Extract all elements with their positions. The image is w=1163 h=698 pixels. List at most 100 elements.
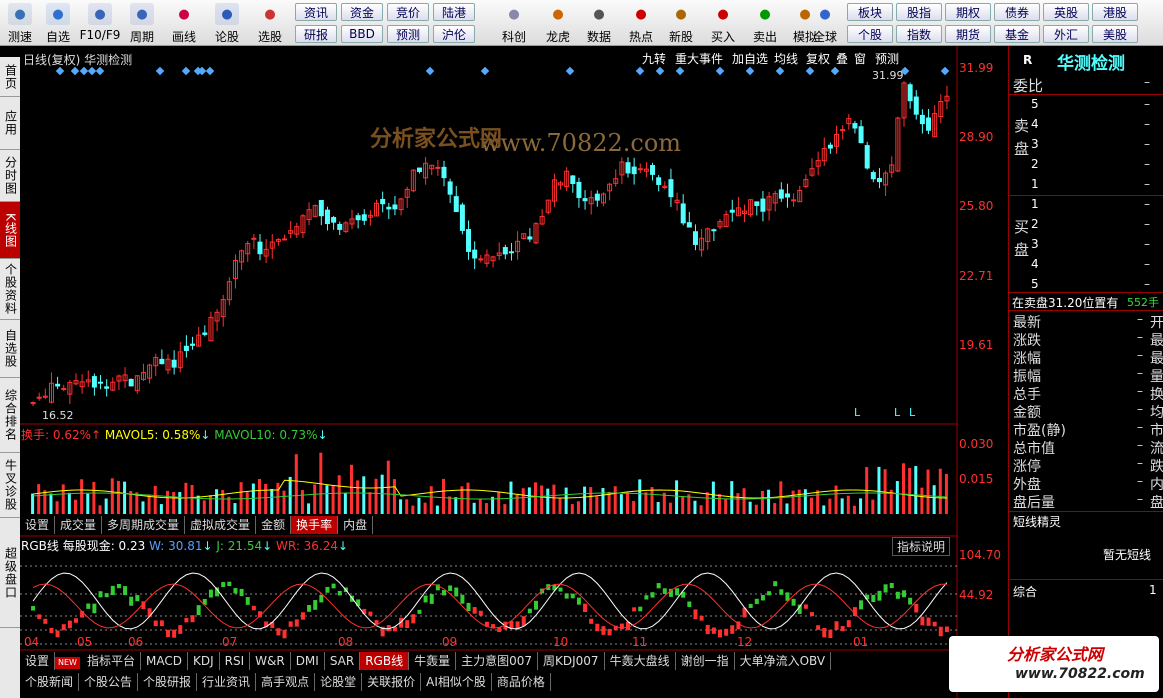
sidenav-item-1[interactable]: 应用: [0, 97, 20, 150]
sidenav-item-5[interactable]: 自选股: [0, 320, 20, 378]
volume-bar: [632, 501, 636, 514]
tab-item[interactable]: AI相似个股: [421, 673, 492, 691]
volume-bar: [583, 486, 587, 514]
toolbar-clock-button[interactable]: ● 周期: [122, 1, 162, 45]
candle-body: [791, 199, 797, 202]
sidenav-item-6[interactable]: 综合排名: [0, 378, 20, 453]
sidenav-item-2[interactable]: 分时图: [0, 150, 20, 202]
quote-field-right: 市: [1150, 423, 1163, 439]
tab-item[interactable]: 指标平台: [82, 652, 141, 670]
quick-button[interactable]: 资讯: [295, 3, 337, 21]
quick-button[interactable]: 期货: [945, 25, 991, 43]
toolbar-globe-button[interactable]: ● 全球: [805, 1, 845, 45]
quick-button[interactable]: 竞价: [387, 3, 429, 21]
quick-button[interactable]: 指数: [896, 25, 942, 43]
tab-item[interactable]: 换手率: [291, 516, 339, 534]
tab-item[interactable]: 关联报价: [362, 673, 422, 691]
tab-item[interactable]: 高手观点: [256, 673, 316, 691]
tab-item[interactable]: 主力意图007: [456, 652, 539, 670]
sidenav-item-7[interactable]: 牛叉诊股: [0, 453, 20, 518]
toolbar-sell-button[interactable]: ● 卖出: [745, 1, 785, 45]
dash: –: [1137, 420, 1143, 434]
rgb-bar: [779, 589, 784, 595]
quick-button[interactable]: BBD: [341, 25, 383, 43]
volume-bar: [920, 487, 924, 514]
toolbar-stock-select-button[interactable]: ● 选股: [250, 1, 290, 45]
tab-item[interactable]: 牛轰大盘线: [605, 652, 676, 670]
dash: –: [1144, 97, 1150, 111]
tab-item[interactable]: MACD: [141, 652, 188, 670]
toolbar-dragon-tiger-button[interactable]: ● 龙虎: [538, 1, 578, 45]
quick-button[interactable]: 板块: [847, 3, 893, 21]
tab-item[interactable]: SAR: [325, 652, 361, 670]
quick-button[interactable]: 期权: [945, 3, 991, 21]
tab-item[interactable]: RSI: [220, 652, 251, 670]
tab-item[interactable]: 金额: [256, 516, 292, 534]
tab-item[interactable]: DMI: [291, 652, 325, 670]
quick-button[interactable]: 基金: [994, 25, 1040, 43]
tab-item[interactable]: 多周期成交量: [102, 516, 186, 534]
toolbar-f10-button[interactable]: ● F10/F9: [80, 1, 120, 45]
toolbar-forum-button[interactable]: ● 论股: [207, 1, 247, 45]
tab-item[interactable]: 大单净流入OBV: [735, 652, 832, 670]
tab-item[interactable]: 个股公告: [79, 673, 139, 691]
chart-area[interactable]: 日线(复权) 华测检测 九转 重大事件 加自选 均线 复权叠窗预测 www.70822.…: [20, 46, 958, 698]
quick-button[interactable]: 债券: [994, 3, 1040, 21]
kline-chart[interactable]: www.70822.com分析家公式网L L L31.9916.52: [20, 46, 958, 698]
quick-button[interactable]: 陆港: [433, 3, 475, 21]
rgb-bar: [92, 603, 97, 614]
toolbar-star-market-button[interactable]: ● 科创: [494, 1, 534, 45]
sidenav-item-8[interactable]: 超级盘口: [0, 518, 20, 628]
quick-button[interactable]: 外汇: [1043, 25, 1089, 43]
tab-item[interactable]: 内盘: [338, 516, 374, 534]
tab-item[interactable]: 个股研报: [138, 673, 198, 691]
rgb-legend: RGB线 每股现金: 0.23 W: 30.81↓ J: 21.54↓ WR: …: [21, 539, 349, 553]
quick-button[interactable]: 个股: [847, 25, 893, 43]
tab-item[interactable]: 谢创一指: [676, 652, 735, 670]
quick-button[interactable]: 英股: [1043, 3, 1089, 21]
quick-button[interactable]: 资金: [341, 3, 383, 21]
dash: –: [1144, 75, 1150, 89]
short-empty: 暂无短线: [1103, 548, 1152, 562]
tab-item[interactable]: 牛轰量: [409, 652, 457, 670]
rgb-bar: [337, 590, 342, 596]
rgb-bar: [926, 617, 931, 626]
toolbar-buy-button[interactable]: ● 买入: [703, 1, 743, 45]
sidenav-item-0[interactable]: 首页: [0, 57, 20, 97]
quick-button[interactable]: 美股: [1092, 25, 1138, 43]
toolbar-ipo-button[interactable]: ● 新股: [661, 1, 701, 45]
tab-item[interactable]: 设置: [20, 652, 56, 670]
tab-item[interactable]: 论股堂: [315, 673, 363, 691]
quick-button[interactable]: 研报: [295, 25, 337, 43]
candle-body: [447, 181, 453, 195]
volume-bar: [619, 494, 623, 514]
toolbar-hot-button[interactable]: ● 热点: [621, 1, 661, 45]
tab-item[interactable]: 周KDJ007: [538, 652, 605, 670]
toolbar-label: 自选: [45, 30, 70, 44]
tab-item[interactable]: 设置: [20, 516, 56, 534]
quick-button[interactable]: 沪伦: [433, 25, 475, 43]
toolbar-star-button[interactable]: ● 自选: [38, 1, 78, 45]
sidenav-item-4[interactable]: 个股资料: [0, 259, 20, 320]
tab-item[interactable]: 个股新闻: [20, 673, 80, 691]
volume-bar: [852, 505, 856, 514]
tab-item[interactable]: 成交量: [55, 516, 103, 534]
candle-body: [257, 241, 263, 255]
tab-item[interactable]: 行业资讯: [197, 673, 257, 691]
rgb-bar: [816, 625, 821, 630]
toolbar-pencil-button[interactable]: ● 画线: [164, 1, 204, 45]
rgb-bar: [595, 623, 600, 632]
quick-button[interactable]: 股指: [896, 3, 942, 21]
quick-button[interactable]: 港股: [1092, 3, 1138, 21]
tab-item[interactable]: KDJ: [188, 652, 220, 670]
toolbar-speedometer-button[interactable]: ● 测速: [0, 1, 40, 45]
quick-button[interactable]: 预测: [387, 25, 429, 43]
volume-bar: [576, 501, 580, 514]
sidenav-item-3[interactable]: K线图: [0, 202, 20, 259]
indicator-help-button[interactable]: 指标说明: [892, 537, 951, 556]
tab-item[interactable]: 虚拟成交量: [185, 516, 257, 534]
toolbar-pe-data-button[interactable]: ● 数据: [579, 1, 619, 45]
tab-item[interactable]: 商品价格: [492, 673, 551, 691]
tab-item[interactable]: RGB线: [360, 652, 410, 670]
tab-item[interactable]: W&R: [250, 652, 291, 670]
